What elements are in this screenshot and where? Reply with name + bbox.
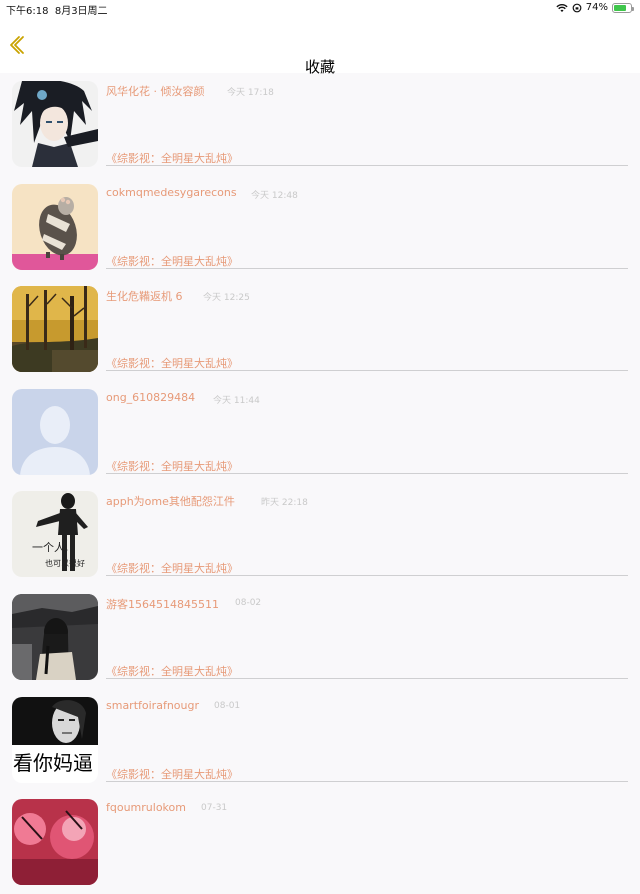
status-time: 下午6:18 xyxy=(6,6,49,17)
item-subtitle: 《综影视：全明星大乱炖》 xyxy=(106,562,238,576)
dark-girl-avatar[interactable] xyxy=(12,593,98,680)
battery-icon xyxy=(612,2,634,13)
item-username: cokmqmedesygarecons xyxy=(106,185,237,199)
item-time: 今天 11:44 xyxy=(213,395,260,406)
item-username: ong_610829484 xyxy=(106,390,196,404)
divider xyxy=(106,472,628,474)
item-username: apph为ome其他配怨江件 xyxy=(106,495,235,509)
item-username: smartfoirafnougr xyxy=(106,698,199,712)
guinea-pig-avatar[interactable] xyxy=(12,183,98,270)
item-subtitle: 《综影视：全明星大乱炖》 xyxy=(106,254,238,268)
divider xyxy=(106,165,628,166)
item-time: 今天 12:25 xyxy=(203,293,250,304)
list-item[interactable]: fqoumrulokom 07-31 xyxy=(0,791,640,894)
chevron-left-icon xyxy=(10,36,24,54)
favorites-list: 风华化花 · 倾汝容颜 今天 17:18 《综影视：全明星大乱炖》 cokmqm… xyxy=(0,73,640,894)
avatar-caption-2: 也可以很好 xyxy=(45,559,85,569)
item-time: 今天 12:48 xyxy=(251,190,298,201)
divider xyxy=(106,370,628,372)
list-item[interactable]: 游客1564514845511 08-02 《综影视：全明星大乱炖》 xyxy=(0,586,640,689)
item-time: 07-31 xyxy=(201,803,228,814)
status-time-date: 下午6:18 8月3日周二 xyxy=(6,2,108,17)
item-time: 今天 17:18 xyxy=(227,88,274,98)
avatar-caption-1: 一个人, xyxy=(32,541,69,555)
divider xyxy=(106,780,628,782)
divider xyxy=(106,267,628,269)
item-subtitle: 《综影视：全明星大乱炖》 xyxy=(106,459,238,473)
status-date: 8月3日周二 xyxy=(54,6,108,17)
item-username: 生化危鞴返机 6 xyxy=(106,290,183,304)
divider xyxy=(106,677,628,679)
default-person-avatar[interactable] xyxy=(12,388,98,475)
status-bar: 下午6:18 8月3日周二 74% xyxy=(0,0,640,17)
item-subtitle: 《综影视：全明星大乱炖》 xyxy=(106,152,238,165)
item-subtitle: 《综影视：全明星大乱炖》 xyxy=(106,767,238,781)
drinks-avatar[interactable] xyxy=(12,799,98,886)
orientation-lock-icon xyxy=(572,3,582,12)
autumn-trees-avatar[interactable] xyxy=(12,286,98,373)
item-time: 昨天 22:18 xyxy=(261,498,308,509)
avatar-caption: 看你妈逼 xyxy=(13,750,93,775)
list-item[interactable]: 生化危鞴返机 6 今天 12:25 《综影视：全明星大乱炖》 xyxy=(0,278,640,381)
battery-percent: 74% xyxy=(585,2,608,13)
list-item[interactable]: 风华化花 · 倾汝容颜 今天 17:18 《综影视：全明星大乱炖》 xyxy=(0,73,640,176)
status-indicators: 74% xyxy=(556,2,634,13)
anime-character-avatar[interactable] xyxy=(12,81,98,167)
meme-face-avatar[interactable]: 看你妈逼 xyxy=(12,696,98,783)
list-item[interactable]: cokmqmedesygarecons 今天 12:48 《综影视：全明星大乱炖… xyxy=(0,176,640,279)
item-subtitle: 《综影视：全明星大乱炖》 xyxy=(106,357,238,371)
item-username: 风华化花 · 倾汝容颜 xyxy=(106,85,205,98)
list-item[interactable]: 一个人, 也可以很好 apph为ome其他配怨江件 昨天 22:18 《综影视：… xyxy=(0,483,640,586)
divider xyxy=(106,575,628,577)
item-time: 08-01 xyxy=(214,700,241,711)
item-time: 08-02 xyxy=(235,597,262,608)
item-username: 游客1564514845511 xyxy=(106,597,219,611)
wifi-icon xyxy=(556,3,568,12)
nav-bar: 收藏 xyxy=(0,17,640,76)
item-username: fqoumrulokom xyxy=(106,801,186,815)
sketch-person-avatar[interactable]: 一个人, 也可以很好 xyxy=(12,491,98,578)
list-item[interactable]: 看你妈逼 smartfoirafnougr 08-01 《综影视：全明星大乱炖》 xyxy=(0,689,640,792)
battery-tip xyxy=(632,6,634,11)
battery-fill xyxy=(614,4,626,11)
back-button[interactable] xyxy=(6,31,28,59)
list-item[interactable]: ong_610829484 今天 11:44 《综影视：全明星大乱炖》 xyxy=(0,381,640,484)
item-subtitle: 《综影视：全明星大乱炖》 xyxy=(106,664,238,678)
